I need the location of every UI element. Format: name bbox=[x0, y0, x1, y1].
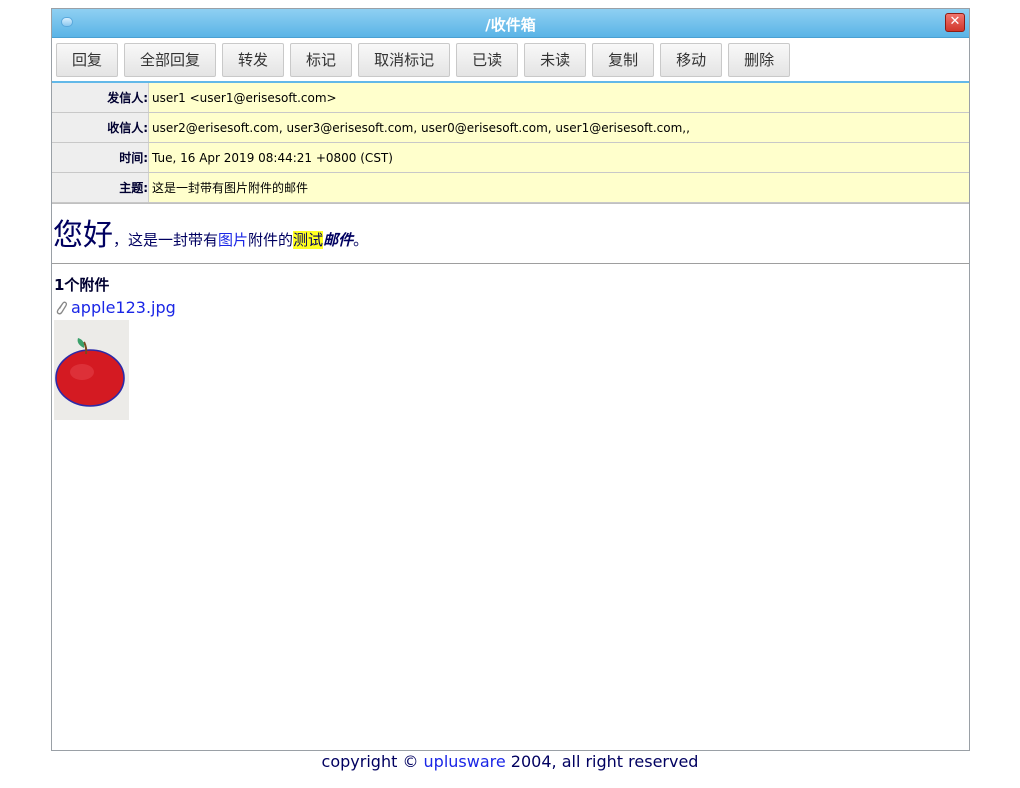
move-button[interactable]: 移动 bbox=[660, 42, 723, 77]
reply-all-button[interactable]: 全部回复 bbox=[124, 42, 217, 77]
body-text-2: 附件的 bbox=[248, 231, 294, 249]
subject-value: 这是一封带有图片附件的邮件 bbox=[148, 172, 969, 203]
body-text-highlight: 测试 bbox=[293, 231, 324, 249]
flag-button[interactable]: 标记 bbox=[290, 42, 353, 77]
header-row-to: 收信人: user2@erisesoft.com, user3@erisesof… bbox=[52, 112, 969, 143]
from-value: user1 <user1@erisesoft.com> bbox=[148, 83, 969, 113]
copy-button[interactable]: 复制 bbox=[592, 42, 655, 77]
window-title: /收件箱 bbox=[485, 16, 536, 34]
mail-window: /收件箱 ✕ 回复 全部回复 转发 标记 取消标记 已读 未读 复制 移动 删除… bbox=[51, 8, 970, 751]
header-row-from: 发信人: user1 <user1@erisesoft.com> bbox=[52, 83, 969, 113]
body-text-bold-italic: 邮件 bbox=[323, 231, 354, 249]
footer-copyright: copyright © bbox=[321, 752, 424, 771]
date-label: 时间: bbox=[52, 142, 149, 173]
attachments-section: 1个附件 apple123.jpg bbox=[52, 264, 969, 420]
attachment-thumbnail[interactable] bbox=[54, 320, 129, 420]
body-text-blue: 图片 bbox=[218, 231, 249, 249]
reply-button[interactable]: 回复 bbox=[56, 42, 119, 77]
title-bar: /收件箱 ✕ bbox=[52, 9, 969, 38]
mark-unread-button[interactable]: 未读 bbox=[524, 42, 587, 77]
body-greeting: 您好 bbox=[53, 218, 113, 253]
attachment-count: 1个附件 bbox=[54, 276, 110, 294]
body-text-end: 。 bbox=[353, 231, 369, 249]
body-text-1: ，这是一封带有 bbox=[113, 231, 219, 249]
subject-label: 主题: bbox=[52, 172, 149, 203]
date-value: Tue, 16 Apr 2019 08:44:21 +0800 (CST) bbox=[148, 142, 969, 173]
page-footer: copyright © uplusware 2004, all right re… bbox=[0, 752, 1020, 771]
unflag-button[interactable]: 取消标记 bbox=[358, 42, 451, 77]
forward-button[interactable]: 转发 bbox=[222, 42, 285, 77]
paperclip-icon bbox=[56, 300, 68, 314]
mark-read-button[interactable]: 已读 bbox=[456, 42, 519, 77]
attachment-item: apple123.jpg bbox=[54, 298, 969, 317]
delete-button[interactable]: 删除 bbox=[728, 42, 791, 77]
to-value: user2@erisesoft.com, user3@erisesoft.com… bbox=[148, 112, 969, 143]
header-row-date: 时间: Tue, 16 Apr 2019 08:44:21 +0800 (CST… bbox=[52, 142, 969, 173]
message-headers: 发信人: user1 <user1@erisesoft.com> 收信人: us… bbox=[52, 83, 969, 203]
footer-link[interactable]: uplusware bbox=[424, 752, 506, 771]
to-label: 收信人: bbox=[52, 112, 149, 143]
toolbar: 回复 全部回复 转发 标记 取消标记 已读 未读 复制 移动 删除 bbox=[52, 38, 969, 83]
footer-suffix: 2004, all right reserved bbox=[505, 752, 699, 771]
header-row-subject: 主题: 这是一封带有图片附件的邮件 bbox=[52, 172, 969, 203]
from-label: 发信人: bbox=[52, 83, 149, 113]
close-icon[interactable]: ✕ bbox=[945, 13, 965, 32]
message-body: 您好，这是一封带有图片附件的测试邮件。 bbox=[52, 203, 969, 264]
attachment-link[interactable]: apple123.jpg bbox=[71, 298, 176, 317]
